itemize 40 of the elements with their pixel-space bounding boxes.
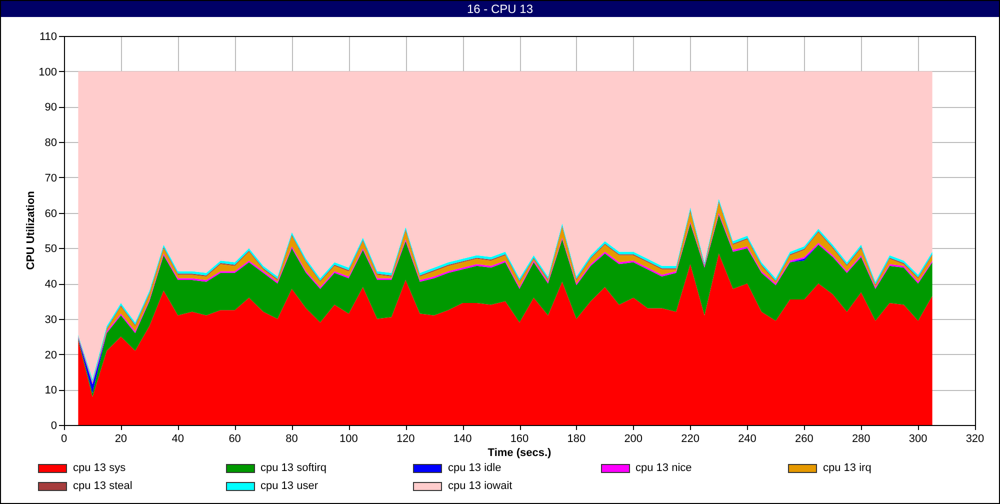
y-tick-label: 50 [44,243,57,256]
legend-label: cpu 13 softirq [260,460,327,476]
legend-label: cpu 13 iowait [448,478,512,494]
y-tick-label: 20 [44,349,57,362]
y-axis-title: CPU Utilization [25,191,37,270]
y-tick-label: 60 [44,208,57,220]
x-tick-label: 180 [567,433,586,445]
x-tick-label: 40 [172,433,184,445]
legend-label: cpu 13 sys [73,460,126,476]
y-tick-label: 70 [44,172,57,184]
x-tick-label: 140 [453,433,472,445]
y-tick-label: 0 [50,420,57,432]
x-tick-label: 160 [510,433,529,445]
window-title: 16 - CPU 13 [1,1,999,17]
y-tick-label: 90 [44,102,57,114]
x-axis-title: Time (secs.) [488,447,552,459]
x-tick-label: 280 [852,433,870,445]
x-tick-label: 260 [795,433,814,445]
x-tick-label: 100 [340,433,358,445]
legend-label: cpu 13 irq [823,460,872,476]
y-tick-label: 80 [44,137,57,150]
x-tick-label: 80 [286,433,298,445]
x-tick-label: 300 [908,433,928,445]
x-tick-label: 200 [624,433,643,445]
legend-label: cpu 13 nice [636,460,692,476]
y-tick-label: 110 [39,31,57,43]
x-tick-label: 20 [114,433,128,445]
x-tick-label: 120 [396,433,415,445]
x-tick-label: 60 [228,433,241,445]
legend-label: cpu 13 user [260,478,318,494]
x-tick-label: 0 [60,433,68,445]
x-tick-label: 220 [681,433,700,445]
y-tick-label: 40 [44,278,57,291]
y-tick-label: 100 [38,66,57,78]
x-tick-label: 320 [966,433,984,445]
x-tick-label: 240 [738,433,756,445]
legend-label: cpu 13 idle [448,460,502,476]
legend-label: cpu 13 steal [73,478,132,494]
y-tick-label: 10 [44,384,57,397]
y-tick-label: 30 [44,314,57,326]
